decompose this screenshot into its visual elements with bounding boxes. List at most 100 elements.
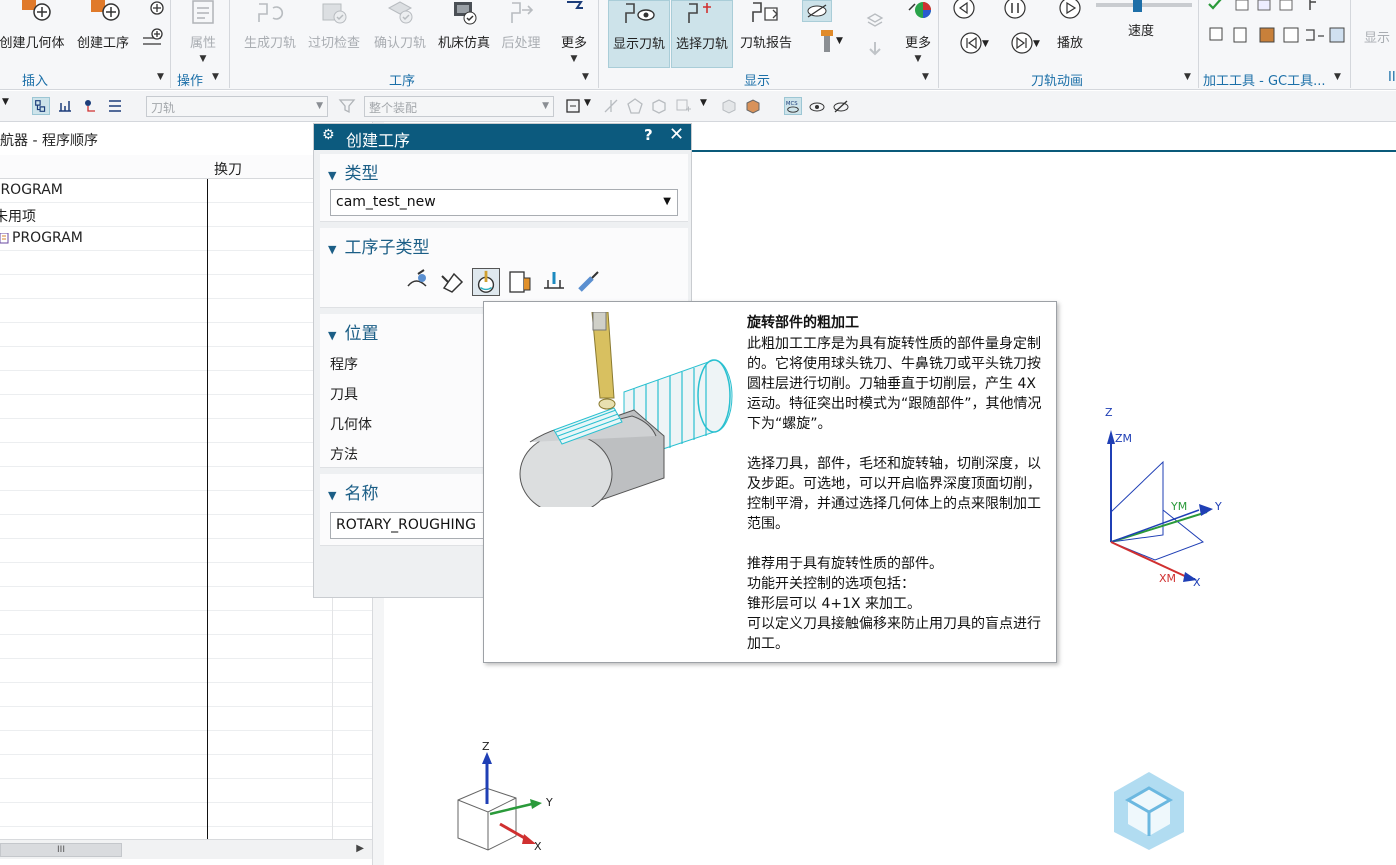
subtype-rotary-roughing-icon[interactable]	[472, 268, 500, 296]
assembly-scope-select[interactable]: 整个装配 ▼	[364, 96, 554, 117]
axis-xm-label: XM	[1159, 572, 1176, 585]
generate-toolpath-button[interactable]: 生成刀轨	[240, 0, 300, 68]
gouge-check-button[interactable]: 过切检查	[304, 0, 364, 68]
selection-tools-icon[interactable]	[564, 97, 582, 115]
view-triad[interactable]: Z Y X	[450, 740, 560, 860]
pause-icon	[1004, 0, 1026, 19]
scrollbar-thumb[interactable]: III	[0, 843, 122, 857]
fast-forward-icon	[1011, 32, 1033, 54]
selection-tools-caret-icon[interactable]: ▼	[584, 98, 591, 108]
verify-toolpath-button[interactable]: 确认刀轨	[370, 0, 430, 68]
filter-icon[interactable]	[338, 97, 356, 115]
machine-tool-view-icon[interactable]	[56, 97, 74, 115]
stack-display-button[interactable]	[864, 10, 886, 62]
table-row[interactable]	[0, 707, 372, 731]
group-label-display: 显示	[744, 74, 771, 89]
play-button[interactable]: 播放	[1050, 0, 1090, 68]
add-select-caret-icon[interactable]: ▼	[700, 98, 707, 108]
show-toolpath-button[interactable]: 显示刀轨	[608, 0, 670, 68]
work-coordinate-system[interactable]: Z ZM Y YM X XM	[1095, 400, 1235, 590]
speed-slider-handle[interactable]	[1133, 0, 1142, 12]
pause-button[interactable]	[1001, 0, 1029, 26]
display-toggle-button[interactable]	[802, 0, 832, 22]
speed-slider-track[interactable]	[1096, 3, 1192, 7]
geometry-label: 几何体	[330, 417, 372, 433]
create-operation-button[interactable]: 创建工序	[72, 0, 134, 68]
table-row[interactable]	[0, 683, 372, 707]
display-right-label[interactable]: 显示	[1364, 27, 1390, 46]
table-row[interactable]	[0, 611, 372, 635]
properties-button[interactable]: 属性 ▼	[180, 0, 226, 68]
display-more-button[interactable]: 更多 ▼	[898, 0, 938, 68]
subtype-plunge-icon[interactable]	[540, 268, 568, 296]
close-button[interactable]: ✕	[669, 124, 684, 145]
rewind-button[interactable]: ▼	[950, 30, 992, 58]
toolpath-filter-select[interactable]: 刀轨 ▼	[146, 96, 328, 117]
postprocess-button[interactable]: 后处理	[496, 0, 546, 68]
column-header-tool-change[interactable]: 换刀	[214, 159, 242, 179]
subtype-profile-icon[interactable]	[438, 268, 466, 296]
add-select-icon[interactable]	[674, 97, 692, 115]
program-order-view-icon[interactable]	[32, 97, 50, 115]
tool-display-button[interactable]: ▼	[806, 28, 848, 62]
group-operate-caret-icon[interactable]: ▼	[212, 72, 219, 82]
mcs-display-icon[interactable]: MCS	[784, 97, 802, 115]
column-divider[interactable]	[207, 179, 208, 839]
group-display-caret-icon[interactable]: ▼	[922, 72, 929, 82]
geometry-view-icon[interactable]	[82, 97, 100, 115]
fast-forward-button[interactable]: ▼	[1001, 30, 1043, 58]
type-select[interactable]: cam_test_new ▼	[330, 189, 678, 216]
toolbar-caret-icon[interactable]: ▼	[2, 97, 9, 107]
subtype-rotary-finish-icon[interactable]	[404, 268, 432, 296]
table-row[interactable]	[0, 635, 372, 659]
location-section-header[interactable]: ▼ 位置	[328, 319, 378, 344]
subtype-section-header[interactable]: ▼ 工序子类型	[328, 233, 429, 258]
table-row[interactable]	[0, 731, 372, 755]
tooltip-line: 功能开关控制的选项包括：	[747, 576, 915, 592]
name-section-header[interactable]: ▼ 名称	[328, 479, 378, 504]
create-geometry-label: 创建几何体	[0, 36, 65, 51]
table-row[interactable]	[0, 779, 372, 803]
verify-toolpath-label: 确认刀轨	[373, 36, 426, 51]
help-button[interactable]: ?	[644, 126, 653, 144]
triad-z-label: Z	[482, 740, 490, 753]
scroll-right-arrow-icon[interactable]: ▶	[356, 843, 364, 854]
play-icon	[1059, 0, 1081, 19]
step-back-button[interactable]	[950, 0, 978, 26]
create-method-button[interactable]	[138, 0, 166, 68]
table-row[interactable]	[0, 803, 372, 827]
type-section-header[interactable]: ▼ 类型	[328, 159, 378, 184]
cube-select-icon[interactable]	[650, 97, 668, 115]
group-operation-caret-icon[interactable]: ▼	[582, 72, 589, 82]
group-insert-caret-icon[interactable]: ▼	[157, 72, 164, 82]
show-eye-icon[interactable]	[808, 97, 826, 115]
subtype-document-icon[interactable]	[506, 268, 534, 296]
table-row[interactable]	[0, 659, 372, 683]
machine-simulation-button[interactable]: 机床仿真	[434, 0, 494, 68]
table-row[interactable]	[0, 755, 372, 779]
tooltip-title: 旋转部件的粗加工	[747, 315, 859, 331]
machining-tools-icon-grid[interactable]	[1206, 0, 1356, 48]
gear-icon[interactable]: ⚙	[322, 127, 335, 143]
shaded-cube-icon[interactable]	[744, 97, 762, 115]
operation-more-button[interactable]: 更多 ▼	[554, 0, 594, 68]
create-geometry-button[interactable]: 创建几何体	[0, 0, 68, 68]
group-animation-caret-icon[interactable]: ▼	[1184, 72, 1191, 82]
toolpath-report-icon	[752, 2, 778, 22]
group-machining-caret-icon[interactable]: ▼	[1334, 72, 1341, 82]
subtype-brush-icon[interactable]	[574, 268, 602, 296]
select-toolpath-button[interactable]: 选择刀轨	[671, 0, 733, 68]
hide-eye-icon[interactable]	[832, 97, 850, 115]
horizontal-scrollbar[interactable]: III ▶	[0, 839, 372, 859]
polygon-select-icon[interactable]	[626, 97, 644, 115]
solid-display-icon[interactable]	[720, 97, 738, 115]
snap-point-icon[interactable]	[602, 97, 620, 115]
type-section-title: 类型	[344, 164, 379, 184]
dialog-title-bar[interactable]: ⚙ 创建工序 ? ✕	[314, 124, 691, 150]
machining-method-view-icon[interactable]	[106, 97, 124, 115]
toolpath-report-button[interactable]: 刀轨报告	[735, 0, 797, 68]
axis-z-label: Z	[1105, 406, 1113, 419]
graphics-window-top-border	[690, 150, 1396, 152]
name-section-title: 名称	[344, 484, 379, 504]
chevron-down-icon: ▼	[542, 101, 549, 111]
